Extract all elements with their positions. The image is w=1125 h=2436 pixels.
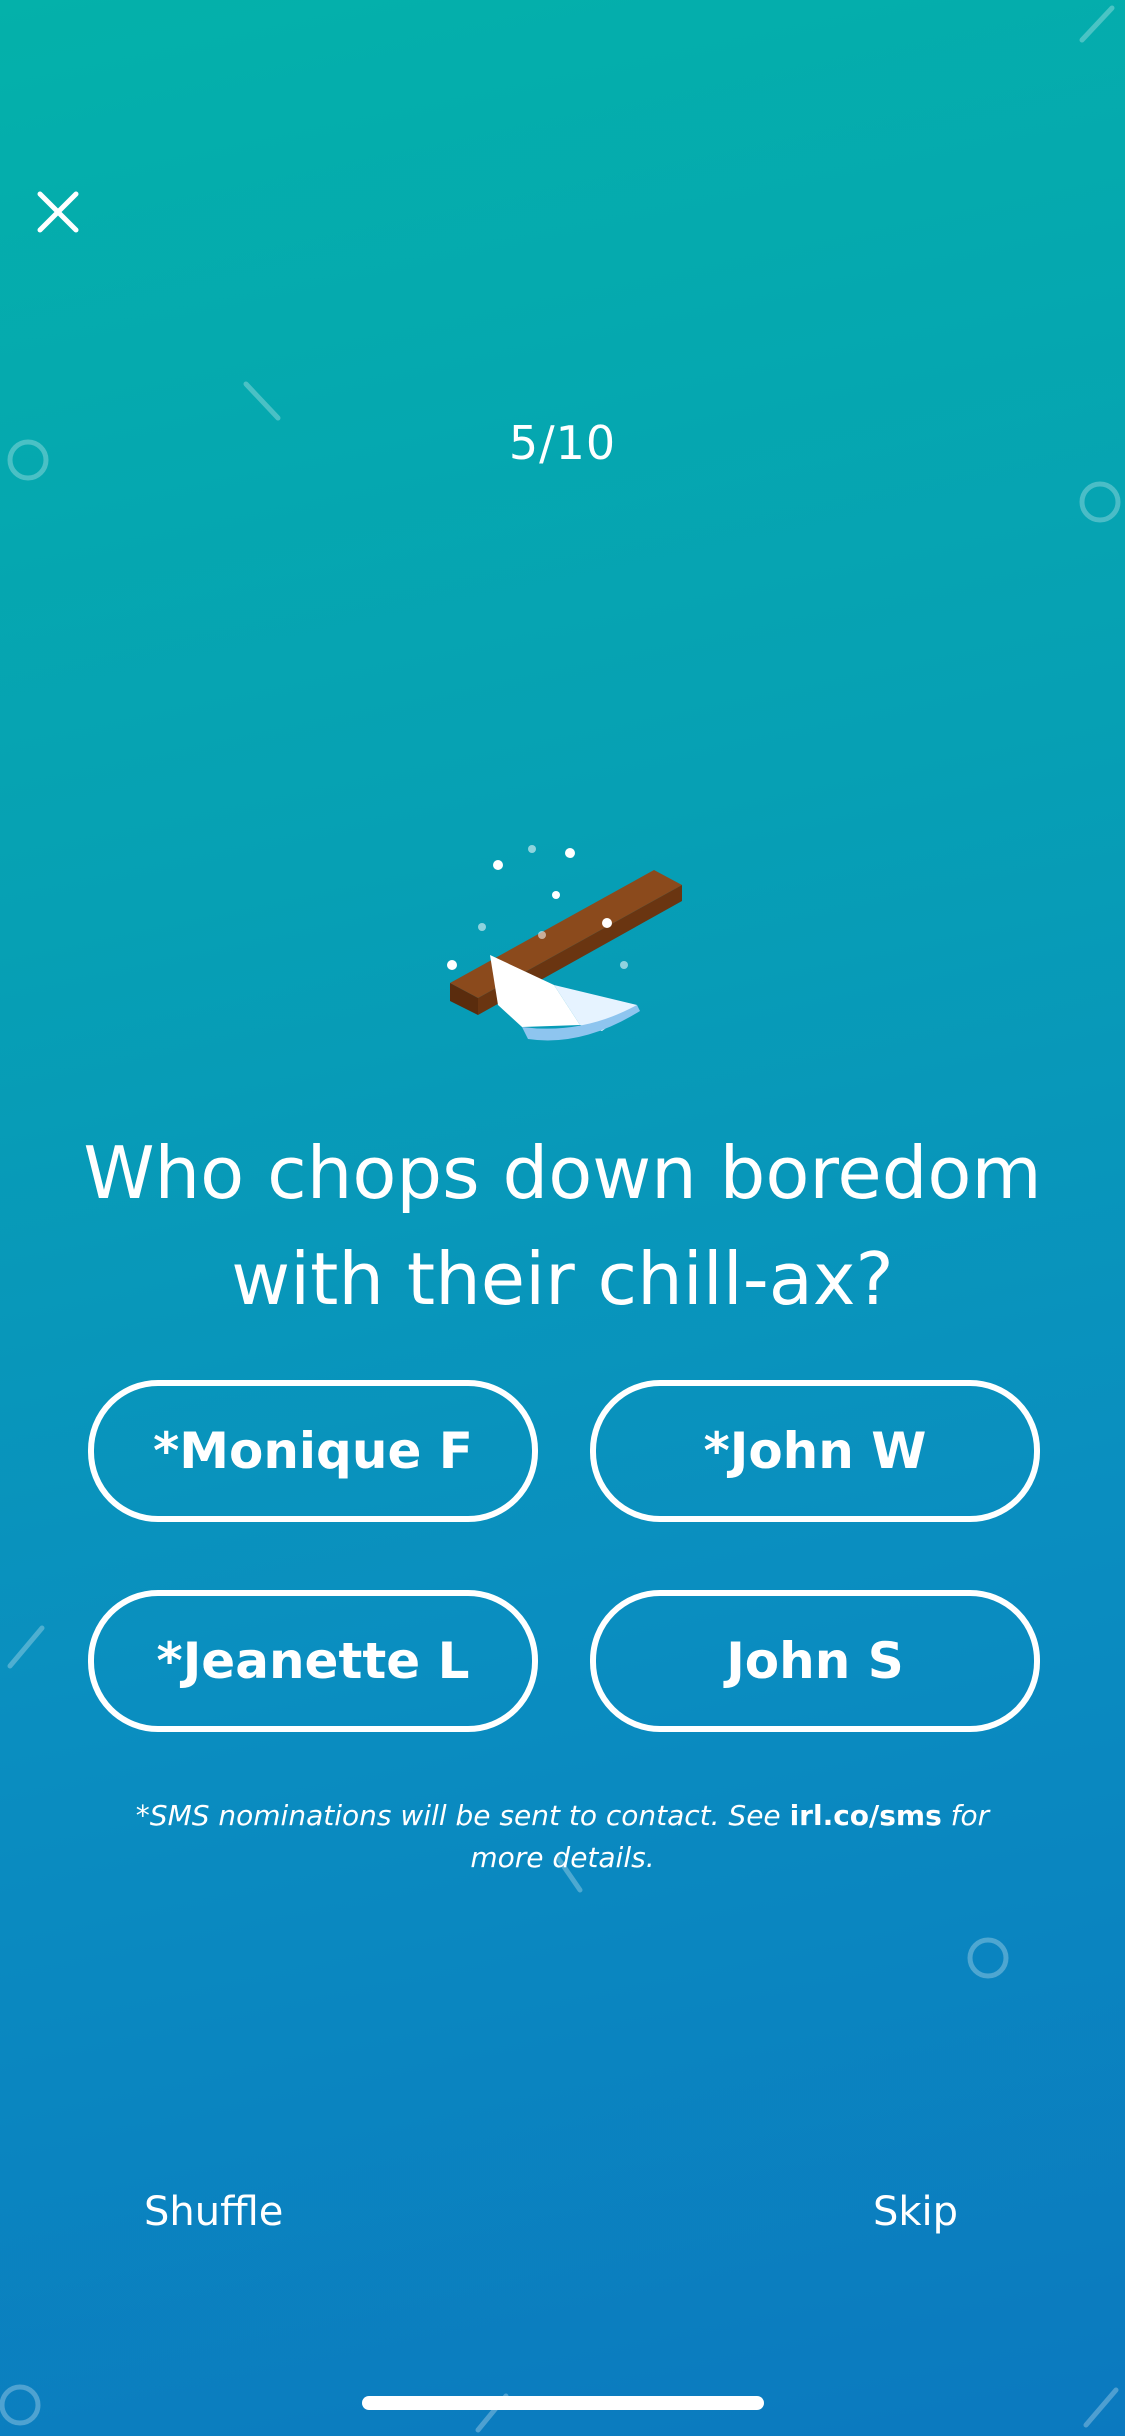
shuffle-button[interactable]: Shuffle (144, 2180, 283, 2244)
disclaimer-prefix: *SMS nominations will be sent to contact… (135, 1799, 790, 1832)
question-line-2: with their chill-ax? (231, 1237, 894, 1321)
home-indicator[interactable] (362, 2396, 764, 2410)
skip-button[interactable]: Skip (873, 2180, 958, 2244)
question-line-1: Who chops down boredom (83, 1131, 1042, 1215)
sms-disclaimer: *SMS nominations will be sent to contact… (110, 1795, 1015, 1879)
close-icon (37, 191, 79, 233)
sms-info-link[interactable]: irl.co/sms (790, 1799, 942, 1832)
option-button-1[interactable]: *Monique F (88, 1380, 538, 1522)
close-button[interactable] (26, 180, 90, 244)
poll-screen: 5/10 Who chops down boredom with their c… (0, 0, 1125, 2436)
option-button-3[interactable]: *Jeanette L (88, 1590, 538, 1732)
option-button-2[interactable]: *John W (590, 1380, 1040, 1522)
option-button-4[interactable]: John S (590, 1590, 1040, 1732)
axe-icon (447, 845, 682, 1041)
question-progress: 5/10 (508, 416, 617, 470)
axe-illustration (432, 835, 692, 1075)
question-text: Who chops down boredom with their chill-… (40, 1120, 1085, 1332)
